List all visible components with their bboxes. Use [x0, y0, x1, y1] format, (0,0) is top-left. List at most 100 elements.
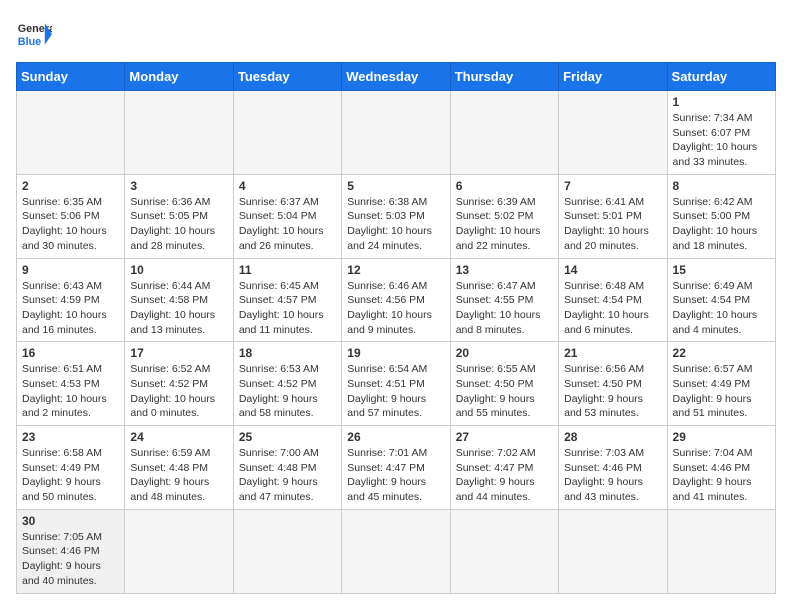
day-number: 6 — [456, 179, 553, 193]
logo: General Blue — [16, 16, 52, 52]
day-info: Sunrise: 6:39 AM Sunset: 5:02 PM Dayligh… — [456, 195, 553, 254]
day-number: 5 — [347, 179, 444, 193]
day-info: Sunrise: 7:04 AM Sunset: 4:46 PM Dayligh… — [673, 446, 770, 505]
weekday-header-thursday: Thursday — [450, 63, 558, 91]
calendar-cell: 27 Sunrise: 7:02 AM Sunset: 4:47 PM Dayli… — [450, 426, 558, 510]
day-info: Sunrise: 6:58 AM Sunset: 4:49 PM Dayligh… — [22, 446, 119, 505]
day-number: 29 — [673, 430, 770, 444]
calendar-cell: 5 Sunrise: 6:38 AM Sunset: 5:03 PM Daylig… — [342, 174, 450, 258]
calendar-cell: 15Sunrise: 6:49 AM Sunset: 4:54 PM Dayli… — [667, 258, 775, 342]
calendar: SundayMondayTuesdayWednesdayThursdayFrid… — [16, 62, 776, 594]
day-info: Sunrise: 6:57 AM Sunset: 4:49 PM Dayligh… — [673, 362, 770, 421]
day-number: 19 — [347, 346, 444, 360]
day-info: Sunrise: 7:02 AM Sunset: 4:47 PM Dayligh… — [456, 446, 553, 505]
day-number: 8 — [673, 179, 770, 193]
calendar-cell: 11 Sunrise: 6:45 AM Sunset: 4:57 PM Dayli… — [233, 258, 341, 342]
day-info: Sunrise: 6:35 AM Sunset: 5:06 PM Dayligh… — [22, 195, 119, 254]
calendar-cell: 24Sunrise: 6:59 AM Sunset: 4:48 PM Dayli… — [125, 426, 233, 510]
calendar-cell: 19 Sunrise: 6:54 AM Sunset: 4:51 PM Dayli… — [342, 342, 450, 426]
weekday-header-row: SundayMondayTuesdayWednesdayThursdayFrid… — [17, 63, 776, 91]
calendar-cell — [125, 91, 233, 175]
calendar-cell: 18Sunrise: 6:53 AM Sunset: 4:52 PM Dayli… — [233, 342, 341, 426]
day-number: 26 — [347, 430, 444, 444]
weekday-header-sunday: Sunday — [17, 63, 125, 91]
calendar-cell — [559, 509, 667, 593]
calendar-week-6: 30Sunrise: 7:05 AM Sunset: 4:46 PM Dayli… — [17, 509, 776, 593]
calendar-week-3: 9Sunrise: 6:43 AM Sunset: 4:59 PM Daylig… — [17, 258, 776, 342]
day-info: Sunrise: 6:41 AM Sunset: 5:01 PM Dayligh… — [564, 195, 661, 254]
calendar-cell: 4 Sunrise: 6:37 AM Sunset: 5:04 PM Daylig… — [233, 174, 341, 258]
day-number: 12 — [347, 263, 444, 277]
svg-text:Blue: Blue — [18, 36, 41, 48]
calendar-cell: 16 Sunrise: 6:51 AM Sunset: 4:53 PM Dayli… — [17, 342, 125, 426]
generalblue-logo-icon: General Blue — [16, 16, 52, 52]
calendar-cell: 29 Sunrise: 7:04 AM Sunset: 4:46 PM Dayli… — [667, 426, 775, 510]
calendar-cell: 30Sunrise: 7:05 AM Sunset: 4:46 PM Dayli… — [17, 509, 125, 593]
day-info: Sunrise: 6:47 AM Sunset: 4:55 PM Dayligh… — [456, 279, 553, 338]
calendar-cell — [125, 509, 233, 593]
day-number: 25 — [239, 430, 336, 444]
calendar-week-1: 1 Sunrise: 7:34 AM Sunset: 6:07 PM Daylig… — [17, 91, 776, 175]
day-number: 16 — [22, 346, 119, 360]
weekday-header-saturday: Saturday — [667, 63, 775, 91]
day-info: Sunrise: 6:43 AM Sunset: 4:59 PM Dayligh… — [22, 279, 119, 338]
day-info: Sunrise: 6:37 AM Sunset: 5:04 PM Dayligh… — [239, 195, 336, 254]
day-number: 4 — [239, 179, 336, 193]
day-number: 15 — [673, 263, 770, 277]
calendar-cell: 3Sunrise: 6:36 AM Sunset: 5:05 PM Daylig… — [125, 174, 233, 258]
calendar-cell: 10Sunrise: 6:44 AM Sunset: 4:58 PM Dayli… — [125, 258, 233, 342]
day-number: 28 — [564, 430, 661, 444]
day-number: 11 — [239, 263, 336, 277]
weekday-header-monday: Monday — [125, 63, 233, 91]
calendar-cell — [342, 91, 450, 175]
day-info: Sunrise: 6:53 AM Sunset: 4:52 PM Dayligh… — [239, 362, 336, 421]
calendar-cell — [233, 91, 341, 175]
calendar-cell: 9Sunrise: 6:43 AM Sunset: 4:59 PM Daylig… — [17, 258, 125, 342]
calendar-cell — [559, 91, 667, 175]
calendar-cell — [450, 91, 558, 175]
day-info: Sunrise: 6:45 AM Sunset: 4:57 PM Dayligh… — [239, 279, 336, 338]
day-number: 21 — [564, 346, 661, 360]
day-number: 17 — [130, 346, 227, 360]
day-info: Sunrise: 6:48 AM Sunset: 4:54 PM Dayligh… — [564, 279, 661, 338]
day-info: Sunrise: 6:38 AM Sunset: 5:03 PM Dayligh… — [347, 195, 444, 254]
day-info: Sunrise: 6:44 AM Sunset: 4:58 PM Dayligh… — [130, 279, 227, 338]
calendar-cell: 6 Sunrise: 6:39 AM Sunset: 5:02 PM Daylig… — [450, 174, 558, 258]
day-number: 7 — [564, 179, 661, 193]
calendar-cell: 8 Sunrise: 6:42 AM Sunset: 5:00 PM Daylig… — [667, 174, 775, 258]
calendar-cell — [342, 509, 450, 593]
weekday-header-friday: Friday — [559, 63, 667, 91]
calendar-cell — [17, 91, 125, 175]
calendar-cell — [667, 509, 775, 593]
calendar-cell: 12 Sunrise: 6:46 AM Sunset: 4:56 PM Dayli… — [342, 258, 450, 342]
day-number: 1 — [673, 95, 770, 109]
weekday-header-wednesday: Wednesday — [342, 63, 450, 91]
calendar-week-4: 16 Sunrise: 6:51 AM Sunset: 4:53 PM Dayli… — [17, 342, 776, 426]
calendar-cell: 7 Sunrise: 6:41 AM Sunset: 5:01 PM Daylig… — [559, 174, 667, 258]
day-number: 27 — [456, 430, 553, 444]
calendar-cell: 14 Sunrise: 6:48 AM Sunset: 4:54 PM Dayli… — [559, 258, 667, 342]
day-info: Sunrise: 6:42 AM Sunset: 5:00 PM Dayligh… — [673, 195, 770, 254]
day-info: Sunrise: 6:46 AM Sunset: 4:56 PM Dayligh… — [347, 279, 444, 338]
calendar-cell: 28 Sunrise: 7:03 AM Sunset: 4:46 PM Dayli… — [559, 426, 667, 510]
day-number: 2 — [22, 179, 119, 193]
day-number: 14 — [564, 263, 661, 277]
day-info: Sunrise: 6:51 AM Sunset: 4:53 PM Dayligh… — [22, 362, 119, 421]
calendar-cell — [233, 509, 341, 593]
day-info: Sunrise: 7:01 AM Sunset: 4:47 PM Dayligh… — [347, 446, 444, 505]
calendar-cell: 22Sunrise: 6:57 AM Sunset: 4:49 PM Dayli… — [667, 342, 775, 426]
day-info: Sunrise: 6:59 AM Sunset: 4:48 PM Dayligh… — [130, 446, 227, 505]
calendar-cell: 21 Sunrise: 6:56 AM Sunset: 4:50 PM Dayli… — [559, 342, 667, 426]
calendar-cell: 17Sunrise: 6:52 AM Sunset: 4:52 PM Dayli… — [125, 342, 233, 426]
day-info: Sunrise: 6:54 AM Sunset: 4:51 PM Dayligh… — [347, 362, 444, 421]
calendar-cell: 2 Sunrise: 6:35 AM Sunset: 5:06 PM Daylig… — [17, 174, 125, 258]
day-info: Sunrise: 6:55 AM Sunset: 4:50 PM Dayligh… — [456, 362, 553, 421]
day-number: 13 — [456, 263, 553, 277]
calendar-week-2: 2 Sunrise: 6:35 AM Sunset: 5:06 PM Daylig… — [17, 174, 776, 258]
day-info: Sunrise: 7:03 AM Sunset: 4:46 PM Dayligh… — [564, 446, 661, 505]
calendar-cell: 13 Sunrise: 6:47 AM Sunset: 4:55 PM Dayli… — [450, 258, 558, 342]
weekday-header-tuesday: Tuesday — [233, 63, 341, 91]
day-info: Sunrise: 7:34 AM Sunset: 6:07 PM Dayligh… — [673, 111, 770, 170]
day-number: 30 — [22, 514, 119, 528]
day-info: Sunrise: 6:56 AM Sunset: 4:50 PM Dayligh… — [564, 362, 661, 421]
